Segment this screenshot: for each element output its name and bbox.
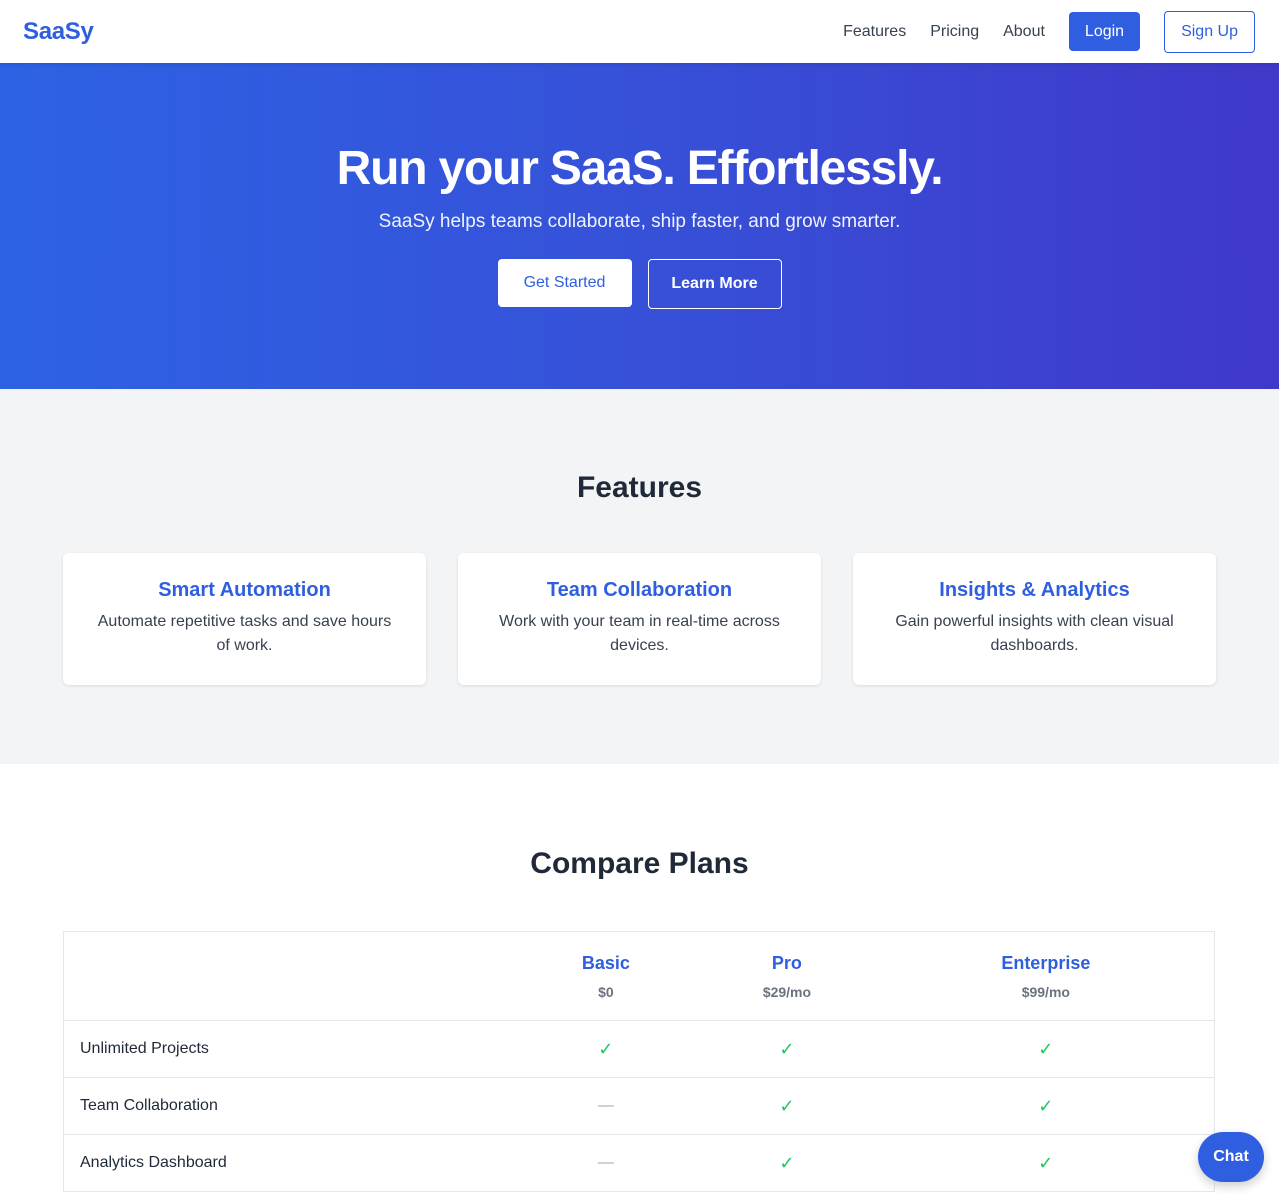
dash-icon: —: [597, 1097, 614, 1114]
get-started-button[interactable]: Get Started: [497, 259, 632, 307]
plans-heading: Compare Plans: [530, 847, 749, 880]
feature-grid: Smart Automation Automate repetitive tas…: [0, 553, 1279, 685]
feature-card-automation: Smart Automation Automate repetitive tas…: [63, 553, 426, 685]
row-feature-label: Analytics Dashboard: [63, 1134, 516, 1192]
learn-more-button[interactable]: Learn More: [647, 259, 782, 309]
feature-title: Insights & Analytics: [939, 579, 1130, 601]
check-icon: ✓: [1038, 1095, 1054, 1116]
plan-price: $0: [598, 983, 614, 1000]
feature-title: Smart Automation: [158, 579, 331, 601]
check-icon: ✓: [779, 1038, 795, 1059]
feature-card-analytics: Insights & Analytics Gain powerful insig…: [853, 553, 1216, 685]
plan-column-pro: Pro $29/mo: [696, 931, 878, 1021]
login-button[interactable]: Login: [1068, 12, 1141, 51]
feature-description: Gain powerful insights with clean visual…: [895, 613, 1174, 654]
table-row: Team Collaboration — ✓ ✓: [63, 1077, 1215, 1135]
nav-link-features[interactable]: Features: [843, 23, 906, 41]
feature-description: Work with your team in real-time across …: [499, 613, 780, 654]
logo[interactable]: SaaSy: [23, 18, 94, 46]
plans-section: Compare Plans Basic $0 Pro $29/mo Enterp…: [0, 764, 1279, 1192]
feature-description: Automate repetitive tasks and save hours…: [97, 613, 392, 654]
hero-actions: Get Started Learn More: [0, 259, 1279, 309]
header-blank-cell: [63, 931, 516, 1021]
table-header-row: Basic $0 Pro $29/mo Enterprise $99/mo: [63, 931, 1215, 1021]
table-row: Analytics Dashboard — ✓ ✓: [63, 1134, 1215, 1192]
feature-card-collaboration: Team Collaboration Work with your team i…: [458, 553, 821, 685]
plan-comparison-table: Basic $0 Pro $29/mo Enterprise $99/mo Un…: [63, 931, 1215, 1192]
nav-link-pricing[interactable]: Pricing: [930, 23, 979, 41]
check-icon: ✓: [1038, 1038, 1054, 1059]
dash-icon: —: [597, 1154, 614, 1171]
plan-column-basic: Basic $0: [515, 931, 697, 1021]
check-icon: ✓: [779, 1152, 795, 1173]
plan-price: $29/mo: [762, 983, 812, 1000]
features-heading: Features: [576, 471, 703, 504]
nav-link-about[interactable]: About: [1003, 23, 1045, 41]
hero-section: Run your SaaS. Effortlessly. SaaSy helps…: [0, 63, 1279, 389]
plan-name: Enterprise: [1001, 952, 1091, 973]
check-icon: ✓: [779, 1095, 795, 1116]
features-section: Features Smart Automation Automate repet…: [0, 389, 1279, 764]
feature-title: Team Collaboration: [546, 579, 733, 601]
check-icon: ✓: [598, 1038, 614, 1059]
check-icon: ✓: [1038, 1152, 1054, 1173]
hero-subtitle: SaaSy helps teams collaborate, ship fast…: [378, 211, 901, 232]
nav-menu: Features Pricing About Login Sign Up: [843, 10, 1255, 53]
row-feature-label: Unlimited Projects: [63, 1020, 516, 1078]
plan-name: Pro: [771, 952, 802, 973]
plan-name: Basic: [581, 952, 630, 973]
hero-title: Run your SaaS. Effortlessly.: [336, 142, 944, 195]
plan-price: $99/mo: [1021, 983, 1070, 1000]
chat-button[interactable]: Chat: [1198, 1132, 1264, 1182]
plan-column-enterprise: Enterprise $99/mo: [877, 931, 1215, 1021]
signup-button[interactable]: Sign Up: [1164, 10, 1255, 53]
row-feature-label: Team Collaboration: [63, 1077, 516, 1135]
table-row: Unlimited Projects ✓ ✓ ✓: [63, 1020, 1215, 1078]
top-navbar: SaaSy Features Pricing About Login Sign …: [0, 0, 1279, 63]
